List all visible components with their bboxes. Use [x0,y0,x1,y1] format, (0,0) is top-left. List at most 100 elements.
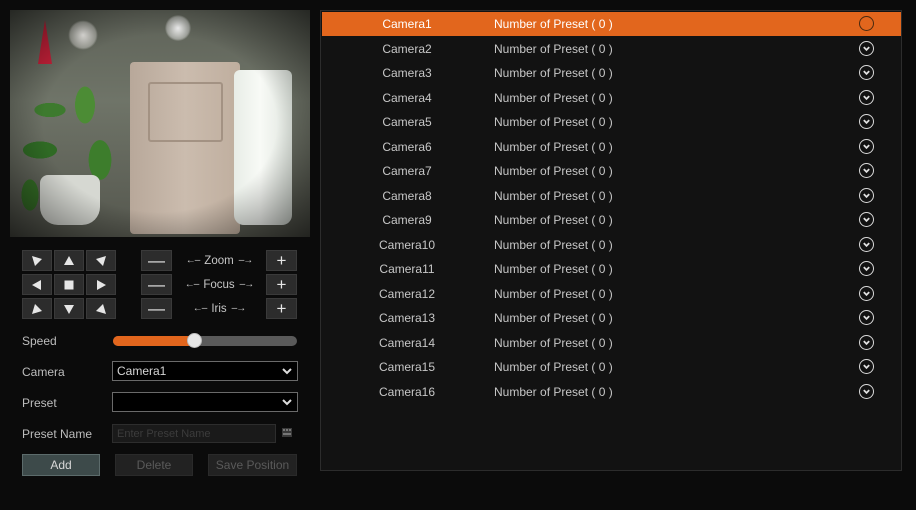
preset-count: Number of Preset ( 0 ) [494,262,613,276]
expand-chevron-icon[interactable] [859,114,874,129]
expand-chevron-icon[interactable] [859,89,874,105]
chevron-down-icon [281,365,293,377]
camera-name: Camera13 [378,311,436,325]
camera-label: Camera [22,365,65,379]
arrow-left-icon: ←– [192,303,208,314]
up-right-arrow-icon [96,255,106,266]
expand-chevron-icon[interactable] [859,40,874,56]
preset-count: Number of Preset ( 0 ) [494,139,613,154]
camera-name: Camera6 [382,139,432,154]
preset-count: Number of Preset ( 0 ) [494,384,613,399]
camera-name: Camera1 [382,17,432,31]
arrow-right-icon: –→ [239,279,255,290]
chevron-down-icon [281,396,293,408]
camera-row[interactable]: Camera14 Number of Preset ( 0 ) [322,331,901,355]
camera-name: Camera7 [382,164,432,178]
camera-name: Camera9 [382,213,432,227]
camera-name: Camera15 [378,360,436,374]
camera-row[interactable]: Camera4 Number of Preset ( 0 ) [322,86,901,110]
zoom-label: Zoom [204,254,234,267]
expand-chevron-icon[interactable] [859,310,874,325]
focus-row: — ←– Focus –→ + [141,274,297,295]
focus-far-button[interactable]: + [266,274,297,295]
save-position-button[interactable]: Save Position [208,454,297,476]
zoom-out-button[interactable]: — [141,250,172,271]
camera-row[interactable]: Camera3 Number of Preset ( 0 ) [322,61,901,85]
camera-name: Camera12 [378,286,436,301]
arrow-right-icon: –→ [231,303,247,314]
expand-chevron-icon[interactable] [859,163,874,178]
expand-chevron-icon[interactable] [859,334,874,350]
up-right-button[interactable] [86,250,116,271]
camera-preset-list: Camera1 Number of Preset ( 0 ) Camera2 Numb… [320,10,902,471]
preset-name-input[interactable] [112,424,276,443]
expand-chevron-icon[interactable] [859,261,874,276]
preset-count: Number of Preset ( 0 ) [494,335,613,350]
left-button[interactable] [22,274,52,295]
down-right-button[interactable] [86,298,116,319]
camera-row[interactable]: Camera2 Number of Preset ( 0 ) [322,37,901,61]
camera-name: Camera3 [382,66,432,80]
expand-chevron-icon[interactable] [859,16,874,31]
camera-row[interactable]: Camera6 Number of Preset ( 0 ) [322,135,901,159]
camera-row[interactable]: Camera5 Number of Preset ( 0 ) [322,110,901,134]
expand-chevron-icon[interactable] [859,187,874,203]
iris-row: — ←– Iris –→ + [141,298,297,319]
down-arrow-icon [64,304,74,314]
delete-button[interactable]: Delete [115,454,193,476]
expand-chevron-icon[interactable] [859,383,874,399]
stop-button[interactable] [54,274,84,295]
preset-count: Number of Preset ( 0 ) [494,17,613,31]
expand-chevron-icon[interactable] [859,212,874,227]
speed-slider-thumb[interactable] [186,333,202,348]
down-left-button[interactable] [22,298,52,319]
ptz-direction-pad [22,250,116,320]
preset-count: Number of Preset ( 0 ) [494,164,613,178]
preset-count: Number of Preset ( 0 ) [494,188,613,203]
camera-name: Camera14 [378,335,436,350]
add-button[interactable]: Add [22,454,100,476]
speed-slider[interactable] [113,333,297,348]
camera-row[interactable]: Camera15 Number of Preset ( 0 ) [322,355,901,379]
camera-row[interactable]: Camera7 Number of Preset ( 0 ) [322,159,901,183]
right-button[interactable] [86,274,116,295]
camera-row[interactable]: Camera1 Number of Preset ( 0 ) [322,12,901,36]
speed-label: Speed [22,334,57,348]
camera-row[interactable]: Camera12 Number of Preset ( 0 ) [322,282,901,306]
expand-chevron-icon[interactable] [859,359,874,374]
camera-name: Camera10 [378,237,436,252]
up-arrow-icon [64,255,74,265]
camera-row[interactable]: Camera16 Number of Preset ( 0 ) [322,380,901,404]
preset-select[interactable] [112,392,298,412]
expand-chevron-icon[interactable] [859,65,874,80]
iris-close-button[interactable]: — [141,298,172,319]
camera-select-value: Camera1 [117,364,167,378]
iris-label: Iris [211,302,227,315]
preset-count: Number of Preset ( 0 ) [494,41,613,56]
up-button[interactable] [54,250,84,271]
preset-count: Number of Preset ( 0 ) [494,360,613,374]
arrow-right-icon: –→ [238,255,254,266]
iris-open-button[interactable]: + [266,298,297,319]
camera-row[interactable]: Camera9 Number of Preset ( 0 ) [322,208,901,232]
keyboard-icon[interactable] [282,428,292,437]
stop-icon [64,280,74,289]
camera-name: Camera4 [382,90,432,105]
expand-chevron-icon[interactable] [859,138,874,154]
camera-row[interactable]: Camera10 Number of Preset ( 0 ) [322,233,901,257]
camera-select[interactable]: Camera1 [112,361,298,381]
camera-row[interactable]: Camera11 Number of Preset ( 0 ) [322,257,901,281]
up-left-button[interactable] [22,250,52,271]
expand-chevron-icon[interactable] [859,236,874,252]
expand-chevron-icon[interactable] [859,285,874,301]
left-arrow-icon [32,279,41,290]
up-left-arrow-icon [32,255,42,266]
camera-row[interactable]: Camera8 Number of Preset ( 0 ) [322,184,901,208]
down-button[interactable] [54,298,84,319]
camera-preview [10,10,310,237]
camera-row[interactable]: Camera13 Number of Preset ( 0 ) [322,306,901,330]
camera-name: Camera11 [379,262,435,276]
down-left-arrow-icon [32,303,42,314]
focus-near-button[interactable]: — [141,274,172,295]
zoom-in-button[interactable]: + [266,250,297,271]
